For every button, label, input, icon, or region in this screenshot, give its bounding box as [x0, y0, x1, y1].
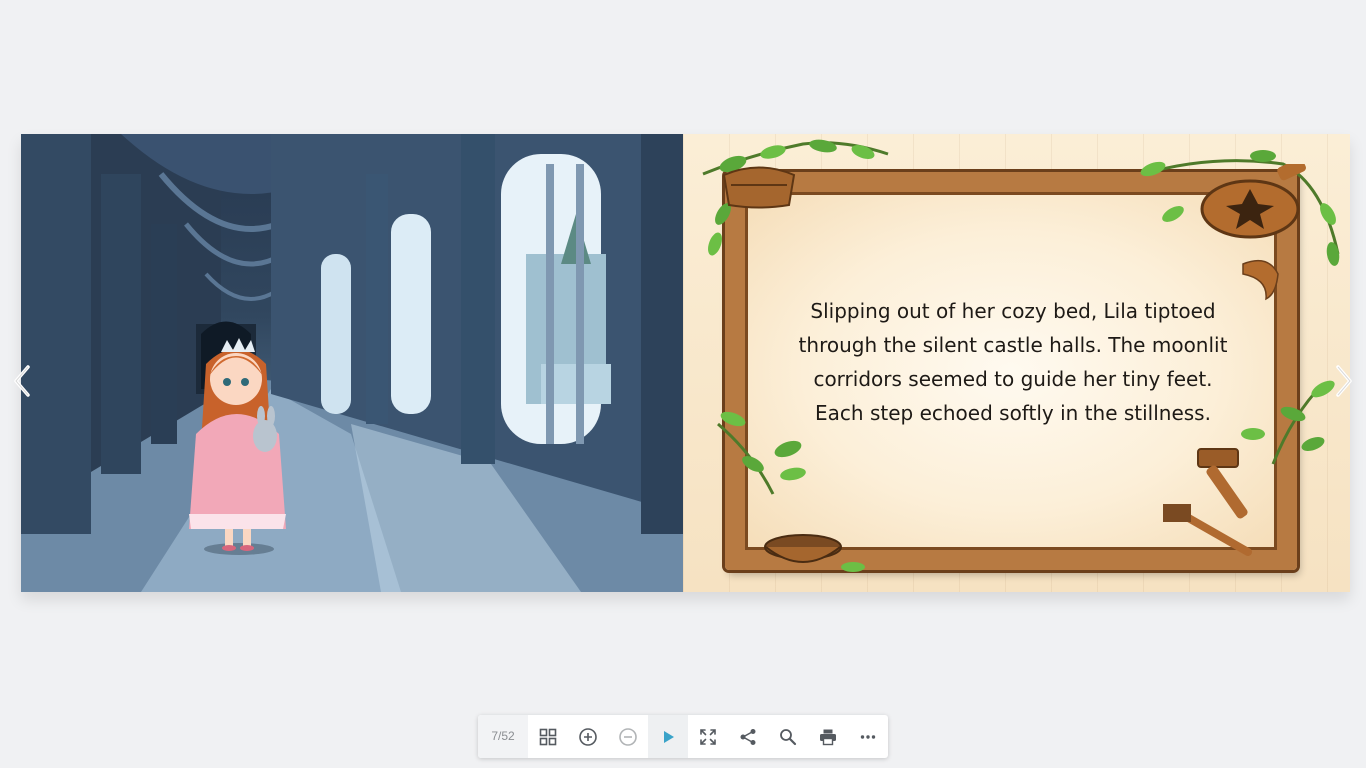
plus-circle-icon: [579, 727, 597, 746]
print-button[interactable]: [808, 715, 848, 758]
text-page: Slipping out of her cozy bed, Lila tipto…: [683, 134, 1350, 592]
viewer-toolbar: 7/52: [478, 715, 888, 758]
broken-wheel-icon: [1200, 164, 1306, 239]
chevron-left-icon: [14, 365, 30, 397]
zoom-out-button[interactable]: [608, 715, 648, 758]
castle-corridor-illustration: [21, 134, 683, 592]
search-icon: [780, 728, 797, 745]
next-page-button[interactable]: [1328, 364, 1358, 398]
minus-circle-icon: [619, 727, 637, 746]
zoom-in-button[interactable]: [568, 715, 608, 758]
fullscreen-button[interactable]: [688, 715, 728, 758]
grid-icon: [539, 728, 557, 745]
story-line: Slipping out of her cozy bed, Lila tipto…: [810, 299, 1216, 323]
story-line: Each step echoed softly in the stillness…: [815, 401, 1211, 425]
share-icon: [740, 728, 756, 745]
brush-icon: [1163, 504, 1252, 556]
flipbook-viewer: Slipping out of her cozy bed, Lila tipto…: [0, 0, 1366, 768]
share-button[interactable]: [728, 715, 768, 758]
search-button[interactable]: [768, 715, 808, 758]
previous-page-button[interactable]: [8, 364, 38, 398]
play-icon: [664, 730, 674, 743]
story-text: Slipping out of her cozy bed, Lila tipto…: [773, 294, 1253, 430]
book-spread: Slipping out of her cozy bed, Lila tipto…: [21, 134, 1350, 592]
printer-icon: [820, 729, 836, 745]
chevron-right-icon: [1336, 365, 1352, 397]
barrel-icon: [722, 166, 796, 209]
expand-icon: [700, 728, 716, 745]
illustration-page: [21, 134, 683, 592]
more-dots-icon: [860, 734, 876, 739]
story-line: corridors seemed to guide her tiny feet.: [813, 367, 1213, 391]
page-indicator[interactable]: 7/52: [478, 715, 528, 758]
autoplay-button[interactable]: [648, 715, 688, 758]
more-button[interactable]: [848, 715, 888, 758]
thumbnails-button[interactable]: [528, 715, 568, 758]
story-line: through the silent castle halls. The moo…: [798, 333, 1228, 357]
bowl-icon: [764, 534, 865, 572]
